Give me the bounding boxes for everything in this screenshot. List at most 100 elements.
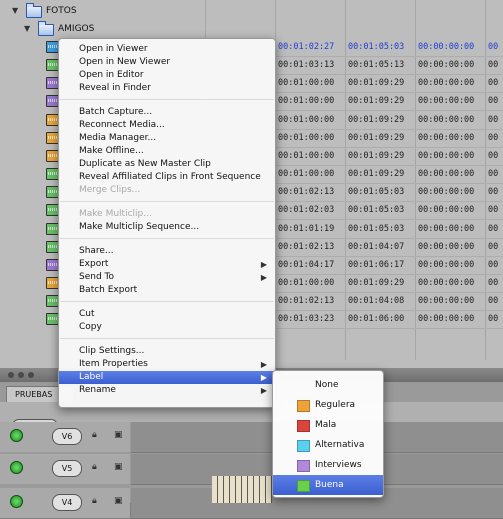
menu-item-label: Share...	[79, 246, 114, 256]
menu-item-copy[interactable]: Copy	[59, 321, 275, 334]
lock-icon[interactable]: 🔒︎	[92, 462, 97, 472]
menu-separator	[60, 201, 274, 202]
timecode-cell: 00:01:02:13	[278, 187, 335, 198]
disclosure-triangle-icon[interactable]: ▼	[12, 2, 18, 20]
timecode-cell: 00:01:05:03	[348, 223, 405, 234]
timecode-cell: 00:01:09:29	[348, 169, 405, 180]
menu-item-clip-settings[interactable]: Clip Settings...	[59, 345, 275, 358]
monitor-icon[interactable]: ▣	[114, 430, 123, 440]
label-option-text: None	[315, 380, 339, 390]
timecode-cell: 00:01:04:17	[278, 259, 335, 270]
menu-item-label: Open in Viewer	[79, 44, 148, 54]
menu-item-open-in-editor[interactable]: Open in Editor	[59, 69, 275, 82]
track-controls: V6 🔒︎ ▣	[0, 422, 130, 452]
timecode-cell: 00:00:00:00	[418, 223, 475, 234]
menu-item-reveal-in-finder[interactable]: Reveal in Finder	[59, 82, 275, 95]
menu-item-label: Label	[79, 372, 104, 382]
label-option-alternativa[interactable]: Alternativa	[273, 435, 383, 455]
monitor-icon[interactable]: ▣	[114, 462, 123, 472]
label-submenu: None Regulera Mala Alternativa Interviews Bue…	[272, 370, 384, 498]
timecode-cell: 00:00:00:00	[418, 150, 475, 161]
menu-item-label: Export	[79, 259, 109, 269]
menu-item-label: Batch Capture...	[79, 107, 153, 117]
timecode-cell: 00:00:00:00	[418, 205, 475, 216]
menu-item-make-multiclip-sequence[interactable]: Make Multiclip Sequence...	[59, 221, 275, 234]
menu-item-label: Make Offline...	[79, 146, 144, 156]
timecode-cell: 00:00:00:00	[418, 114, 475, 125]
track-visibility-toggle[interactable]	[10, 495, 23, 508]
label-option-buena[interactable]: Buena	[273, 475, 383, 495]
submenu-arrow-icon: ▶	[260, 360, 267, 369]
timecode-cell: 00:00:00:00	[418, 277, 475, 288]
lock-icon[interactable]: 🔒︎	[92, 430, 97, 440]
timecode-cell: 00	[488, 132, 499, 143]
menu-item-share[interactable]: Share...	[59, 245, 275, 258]
color-swatch	[297, 400, 310, 412]
label-option-text: Mala	[315, 420, 337, 430]
menu-item-label: Duplicate as New Master Clip	[79, 159, 211, 169]
label-option-regulera[interactable]: Regulera	[273, 395, 383, 415]
window-close-button[interactable]	[8, 372, 14, 378]
timecode-cell: 00:00:00:00	[418, 296, 475, 307]
label-option-text: Buena	[315, 480, 344, 490]
timecode-cell: 00:01:03:13	[278, 60, 335, 71]
label-option-text: Interviews	[315, 460, 362, 470]
submenu-arrow-icon: ▶	[260, 260, 267, 269]
timecode-cell: 00	[488, 78, 499, 89]
timecode-cell: 00:01:05:03	[348, 187, 405, 198]
menu-item-batch-export[interactable]: Batch Export	[59, 284, 275, 297]
timecode-cell: 00	[488, 96, 499, 107]
menu-item-batch-capture[interactable]: Batch Capture...	[59, 106, 275, 119]
timecode-cell: 00:00:00:00	[418, 314, 475, 325]
menu-item-label: Copy	[79, 322, 102, 332]
submenu-arrow-icon: ▶	[260, 273, 267, 282]
label-option-none[interactable]: None	[273, 375, 383, 395]
timecode-cell: 00:01:02:13	[278, 296, 335, 307]
menu-item-media-manager[interactable]: Media Manager...	[59, 132, 275, 145]
timecode-cell: 00:00:00:00	[418, 42, 475, 52]
window-minimize-button[interactable]	[18, 372, 24, 378]
lock-icon[interactable]: 🔒︎	[92, 496, 97, 506]
timeline-clips[interactable]	[212, 476, 272, 503]
timecode-cell: 00	[488, 187, 499, 198]
label-option-mala[interactable]: Mala	[273, 415, 383, 435]
menu-item-make-offline[interactable]: Make Offline...	[59, 145, 275, 158]
timecode-cell: 00	[488, 259, 499, 270]
menu-item-rename[interactable]: Rename ▶	[59, 384, 275, 397]
menu-item-duplicate-as-new-master-clip[interactable]: Duplicate as New Master Clip	[59, 158, 275, 171]
track-visibility-toggle[interactable]	[10, 461, 23, 474]
menu-item-label[interactable]: Label ▶	[59, 371, 275, 384]
timecode-cell: 00:01:09:29	[348, 277, 405, 288]
timecode-cell: 00:01:09:29	[348, 96, 405, 107]
monitor-icon[interactable]: ▣	[114, 496, 123, 506]
menu-item-label: Clip Settings...	[79, 346, 145, 356]
menu-item-send-to[interactable]: Send To ▶	[59, 271, 275, 284]
timecode-cell: 00	[488, 169, 499, 180]
track-controls: V4 🔒︎ ▣	[0, 488, 130, 518]
timecode-cell: 00:01:06:17	[348, 259, 405, 270]
menu-item-cut[interactable]: Cut	[59, 308, 275, 321]
track-label[interactable]: V5	[52, 460, 82, 477]
menu-item-reconnect-media[interactable]: Reconnect Media...	[59, 119, 275, 132]
folder-name: AMIGOS	[58, 24, 95, 34]
timecode-cell: 00:01:00:00	[278, 114, 335, 125]
folder-row[interactable]: ▼ AMIGOS	[0, 20, 205, 38]
timecode-cell: 00	[488, 114, 499, 125]
folder-row[interactable]: ▼ FOTOS	[0, 2, 205, 20]
track-visibility-toggle[interactable]	[10, 429, 23, 442]
label-option-interviews[interactable]: Interviews	[273, 455, 383, 475]
timecode-cell: 00	[488, 296, 499, 307]
disclosure-triangle-icon[interactable]: ▼	[24, 20, 30, 38]
menu-item-item-properties[interactable]: Item Properties ▶	[59, 358, 275, 371]
menu-separator	[60, 238, 274, 239]
menu-item-export[interactable]: Export ▶	[59, 258, 275, 271]
menu-item-open-in-new-viewer[interactable]: Open in New Viewer	[59, 56, 275, 69]
timecode-cell: 00:00:00:00	[418, 187, 475, 198]
timecode-cell: 00:00:00:00	[418, 60, 475, 71]
window-zoom-button[interactable]	[28, 372, 34, 378]
menu-item-label: Merge Clips...	[79, 185, 141, 195]
menu-item-reveal-affiliated-clips-in-front-sequence[interactable]: Reveal Affiliated Clips in Front Sequenc…	[59, 171, 275, 184]
track-controls: V5 🔒︎ ▣	[0, 454, 130, 484]
menu-item-open-in-viewer[interactable]: Open in Viewer	[59, 43, 275, 56]
track-label[interactable]: V6	[52, 428, 82, 445]
